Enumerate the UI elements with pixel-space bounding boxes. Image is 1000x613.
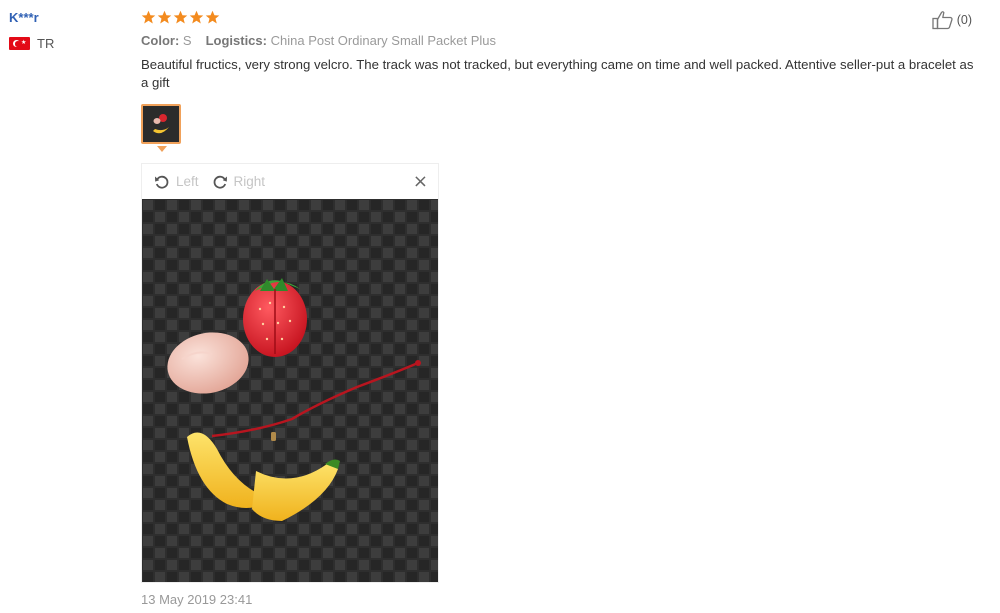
reviewer-country: ★ TR — [9, 36, 54, 51]
turkey-flag-icon: ★ — [9, 37, 30, 50]
review-photo — [142, 199, 438, 582]
review-body: Color: S Logistics: China Post Ordinary … — [141, 8, 981, 92]
color-value: S — [182, 33, 192, 48]
thumbnail-image — [143, 106, 179, 142]
star-icon — [205, 10, 220, 23]
logistics-value: China Post Ordinary Small Packet Plus — [270, 33, 497, 48]
review-photo-thumbnail[interactable] — [141, 104, 181, 144]
rotate-right-icon — [213, 175, 227, 189]
rotate-right-button[interactable]: Right — [212, 174, 266, 190]
star-rating — [141, 8, 981, 26]
reviewer-info: K***r ★ TR — [9, 10, 54, 51]
rotate-left-icon — [155, 175, 169, 189]
country-code: TR — [37, 36, 55, 51]
helpful-button[interactable]: (0) — [932, 10, 972, 30]
star-icon — [173, 10, 188, 23]
star-icon — [189, 10, 204, 23]
color-info: Color: S — [141, 33, 192, 48]
thumbnail-pointer — [157, 146, 167, 152]
color-label: Color: — [141, 33, 180, 48]
close-icon[interactable]: × — [413, 171, 428, 192]
logistics-label: Logistics: — [205, 33, 267, 48]
thumbs-up-icon — [932, 11, 953, 30]
review-comment: Beautiful fructics, very strong velcro. … — [141, 57, 974, 90]
rotate-left-button[interactable]: Left — [154, 174, 199, 190]
helpful-count: (0) — [956, 13, 972, 27]
star-icon — [157, 10, 172, 23]
rotate-right-label: Right — [233, 174, 266, 189]
review-date: 13 May 2019 23:41 — [141, 592, 253, 607]
review-meta: Color: S Logistics: China Post Ordinary … — [141, 33, 981, 48]
viewer-toolbar: Left Right × — [142, 164, 438, 199]
photo-viewer: Left Right × — [141, 163, 439, 583]
star-icon — [141, 10, 156, 23]
reviewer-username: K***r — [9, 10, 39, 25]
logistics-info: Logistics: China Post Ordinary Small Pac… — [206, 33, 496, 48]
rotate-left-label: Left — [176, 174, 199, 189]
